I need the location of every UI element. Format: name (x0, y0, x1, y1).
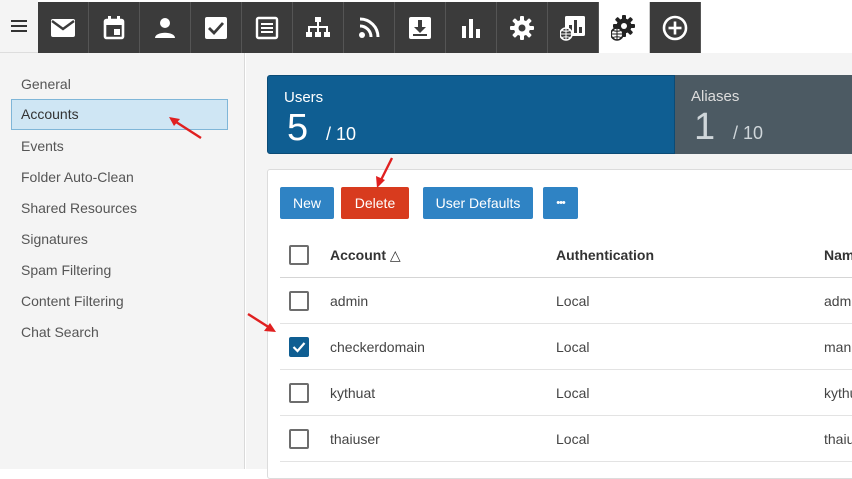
tool-contacts[interactable] (140, 2, 191, 53)
table-header-row: Account △ Authentication Name (280, 232, 852, 278)
notes-icon (255, 16, 279, 39)
settings-icon (510, 15, 534, 40)
sidebar-item-signatures[interactable]: Signatures (11, 224, 228, 255)
sidebar-item-shared-resources[interactable]: Shared Resources (11, 193, 228, 224)
sidebar-item-general[interactable]: General (11, 69, 228, 100)
row-checkbox[interactable] (289, 291, 309, 311)
column-header-authentication[interactable]: Authentication (556, 232, 796, 278)
users-stat-card: Users 5 / 10 (267, 75, 675, 154)
calendar-icon (103, 15, 125, 39)
sidebar-item-content-filtering[interactable]: Content Filtering (11, 286, 228, 317)
sidebar-item-spam-filtering[interactable]: Spam Filtering (11, 255, 228, 286)
row-checkbox[interactable] (289, 429, 309, 449)
tool-mail[interactable] (38, 2, 89, 53)
select-all-checkbox[interactable] (289, 245, 309, 265)
column-header-account[interactable]: Account △ (330, 232, 530, 278)
domain-settings-icon (611, 14, 635, 41)
aliases-stat-count: 1 (694, 106, 716, 148)
more-actions-button[interactable]: ••• (543, 187, 578, 219)
name-cell: kythuat (824, 385, 852, 401)
hamburger-icon (11, 20, 27, 32)
tool-settings[interactable] (497, 2, 548, 53)
annotation-arrow-icon (169, 117, 202, 140)
table-row[interactable]: kythuat Local kythuat (280, 370, 852, 416)
tasks-icon (205, 16, 227, 39)
users-stat-count: 5 (287, 107, 309, 149)
authentication-cell: Local (556, 293, 590, 309)
annotation-arrow-icon (376, 157, 394, 188)
users-stat-total: / 10 (326, 124, 357, 144)
sidebar-item-folder-auto-clean[interactable]: Folder Auto-Clean (11, 162, 228, 193)
account-cell: admin (330, 293, 369, 309)
authentication-cell: Local (556, 339, 590, 355)
sidebar-item-chat-search[interactable]: Chat Search (11, 317, 228, 348)
row-checkbox[interactable] (289, 383, 309, 403)
top-toolbar (0, 0, 852, 53)
authentication-cell: Local (556, 431, 590, 447)
new-button[interactable]: New (280, 187, 334, 219)
name-cell: admin (824, 293, 852, 309)
tool-tasks[interactable] (191, 2, 242, 53)
users-stat-label: Users (284, 89, 324, 106)
tool-rss[interactable] (344, 2, 395, 53)
name-cell: manh (824, 339, 852, 355)
accounts-panel: New Delete User Defaults ••• Account △ A… (267, 169, 852, 479)
authentication-cell: Local (556, 385, 590, 401)
checkmark-icon (292, 342, 306, 353)
domain-reports-icon (560, 15, 585, 41)
rss-icon (359, 17, 380, 38)
account-cell: thaiuser (330, 431, 380, 447)
tool-add[interactable] (650, 2, 701, 53)
hamburger-menu-button[interactable] (0, 0, 38, 53)
tool-reports[interactable] (446, 2, 497, 53)
file-storage-icon (409, 16, 431, 39)
user-defaults-button[interactable]: User Defaults (423, 187, 533, 219)
table-row[interactable]: thaiuser Local thaiuser (280, 416, 852, 462)
annotation-arrow-icon (247, 312, 276, 332)
contacts-icon (155, 17, 175, 38)
table-row[interactable]: admin Local admin (280, 278, 852, 324)
aliases-stat-total: / 10 (733, 123, 764, 143)
main-content: Users 5 / 10 Aliases 1 / 10 New Delete U… (246, 53, 852, 479)
name-cell: thaiuser (824, 431, 852, 447)
aliases-stat-card: Aliases 1 / 10 (675, 75, 852, 154)
tool-file-storage[interactable] (395, 2, 446, 53)
tool-domain-reports[interactable] (548, 2, 599, 53)
tool-notes[interactable] (242, 2, 293, 53)
column-header-name[interactable]: Name (824, 232, 852, 278)
tool-domain-settings[interactable] (599, 2, 650, 53)
add-circle-icon (662, 15, 688, 40)
mail-icon (51, 18, 75, 37)
account-cell: kythuat (330, 385, 376, 401)
sitemap-icon (306, 16, 330, 37)
delete-button[interactable]: Delete (341, 187, 409, 219)
toolbar-spacer (701, 2, 852, 53)
tool-calendar[interactable] (89, 2, 140, 53)
app-toolbar (38, 2, 701, 53)
table-row[interactable]: checkerdomain Local manh (280, 324, 852, 370)
row-checkbox[interactable] (289, 337, 309, 357)
account-cell: checkerdomain (330, 339, 425, 355)
tool-sitemap[interactable] (293, 2, 344, 53)
aliases-stat-label: Aliases (691, 88, 740, 105)
reports-icon (462, 18, 480, 38)
settings-sidebar: General Accounts Events Folder Auto-Clea… (0, 53, 245, 469)
